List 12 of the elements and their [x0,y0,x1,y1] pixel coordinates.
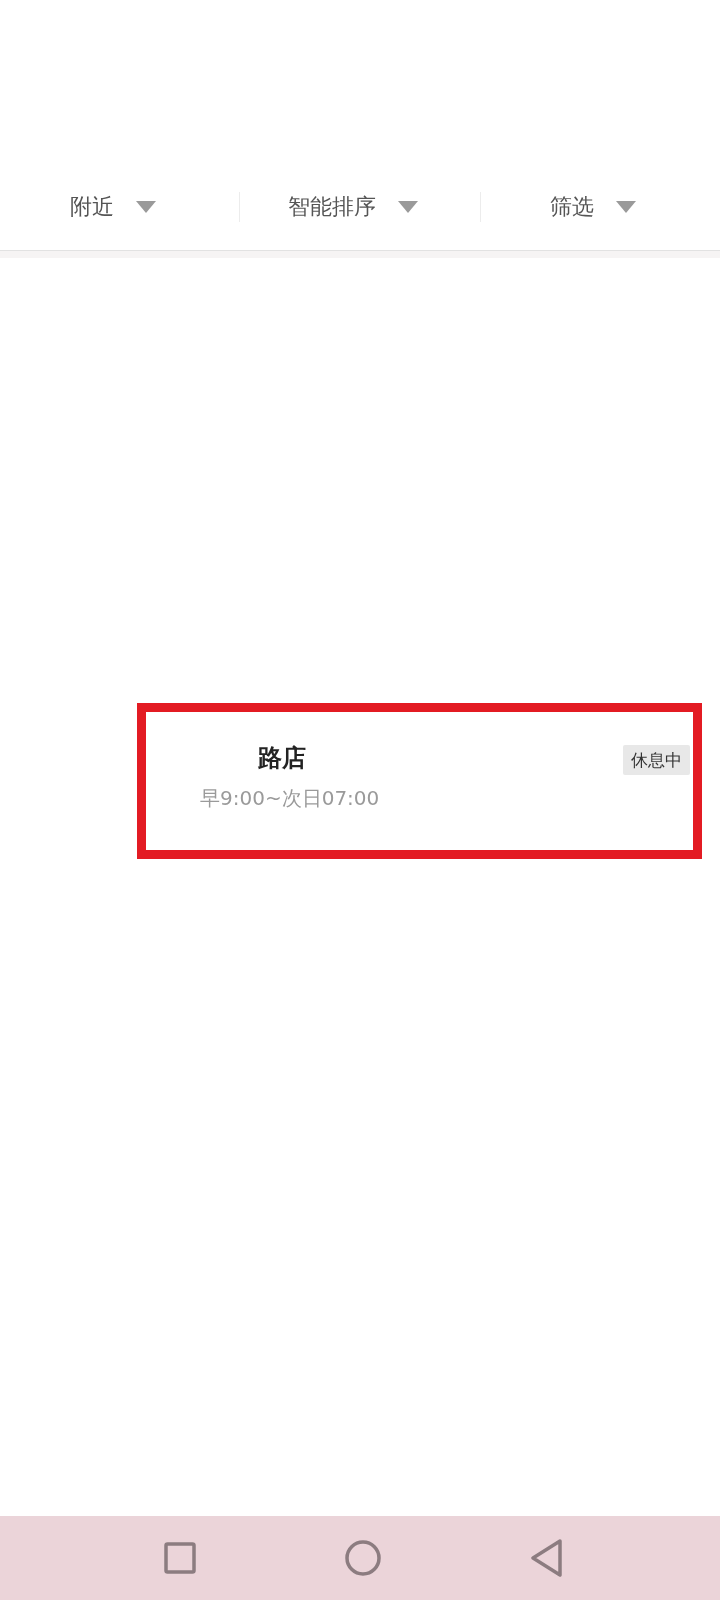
opening-hours: 早9:00~次日07:00 [200,786,380,810]
filter-tab[interactable]: 附近 [69,188,156,226]
store-name: 路店 [258,743,306,773]
caret-icon [616,201,637,213]
caret-icon [398,201,418,213]
circle-icon[interactable] [344,1540,381,1576]
caret-icon [135,201,156,213]
status-tag: 休息中 [623,745,690,775]
filter-tab[interactable]: 筛选 [550,188,637,226]
filter-tab[interactable]: 智能排序 [288,188,418,226]
square-icon[interactable] [163,1542,196,1574]
back-icon[interactable] [529,1539,562,1577]
